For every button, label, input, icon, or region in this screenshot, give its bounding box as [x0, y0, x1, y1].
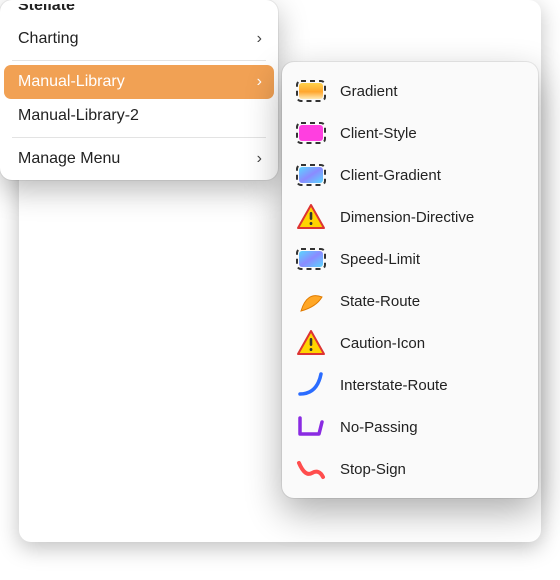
chevron-right-icon: ›	[257, 65, 262, 99]
menu-item-manage-menu[interactable]: Manage Menu ›	[4, 142, 274, 176]
submenu-item-caution-icon[interactable]: Caution-Icon	[288, 322, 532, 364]
warning-triangle-icon	[294, 328, 328, 358]
shape-curved-triangle-icon	[294, 286, 328, 316]
submenu-item-client-gradient[interactable]: Client-Gradient	[288, 154, 532, 196]
chevron-right-icon: ›	[257, 22, 262, 56]
submenu-item-label: Client-Gradient	[340, 167, 524, 184]
submenu-item-speed-limit[interactable]: Speed-Limit	[288, 238, 532, 280]
submenu-item-label: Gradient	[340, 83, 524, 100]
squiggle-red-icon	[294, 454, 328, 484]
submenu-item-label: Speed-Limit	[340, 251, 524, 268]
swatch-magenta-icon	[294, 118, 328, 148]
menu-item-label: Stellate	[18, 4, 75, 14]
chevron-right-icon: ›	[257, 142, 262, 176]
main-menu: Stellate Charting › Manual-Library › Man…	[0, 0, 278, 180]
submenu-item-client-style[interactable]: Client-Style	[288, 112, 532, 154]
swatch-gradient-cyan-icon	[294, 160, 328, 190]
submenu-item-interstate-route[interactable]: Interstate-Route	[288, 364, 532, 406]
menu-separator	[12, 137, 266, 138]
submenu-item-label: State-Route	[340, 293, 524, 310]
submenu-item-no-passing[interactable]: No-Passing	[288, 406, 532, 448]
menu-item-label: Manage Menu	[18, 150, 120, 167]
warning-triangle-icon	[294, 202, 328, 232]
submenu-item-label: Stop-Sign	[340, 461, 524, 478]
menu-item-manual-library[interactable]: Manual-Library ›	[4, 65, 274, 99]
curve-blue-icon	[294, 370, 328, 400]
submenu-item-gradient[interactable]: Gradient	[288, 70, 532, 112]
swatch-gradient-orange-icon	[294, 76, 328, 106]
menu-item-label: Manual-Library-2	[18, 107, 139, 124]
submenu-item-label: Caution-Icon	[340, 335, 524, 352]
submenu-item-state-route[interactable]: State-Route	[288, 280, 532, 322]
submenu-item-label: Interstate-Route	[340, 377, 524, 394]
menu-item-truncated[interactable]: Stellate	[4, 4, 274, 22]
swatch-gradient-cyan-icon	[294, 244, 328, 274]
submenu-item-label: Dimension-Directive	[340, 209, 524, 226]
submenu-item-dimension-directive[interactable]: Dimension-Directive	[288, 196, 532, 238]
menu-separator	[12, 60, 266, 61]
submenu-item-label: No-Passing	[340, 419, 524, 436]
polyline-purple-icon	[294, 412, 328, 442]
submenu-item-stop-sign[interactable]: Stop-Sign	[288, 448, 532, 490]
menu-item-label: Charting	[18, 30, 78, 47]
submenu-item-label: Client-Style	[340, 125, 524, 142]
menu-item-charting[interactable]: Charting ›	[4, 22, 274, 56]
menu-item-label: Manual-Library	[18, 73, 125, 90]
submenu-manual-library: Gradient Client-Style Client-Gradient	[282, 62, 538, 498]
menu-item-manual-library-2[interactable]: Manual-Library-2	[4, 99, 274, 133]
